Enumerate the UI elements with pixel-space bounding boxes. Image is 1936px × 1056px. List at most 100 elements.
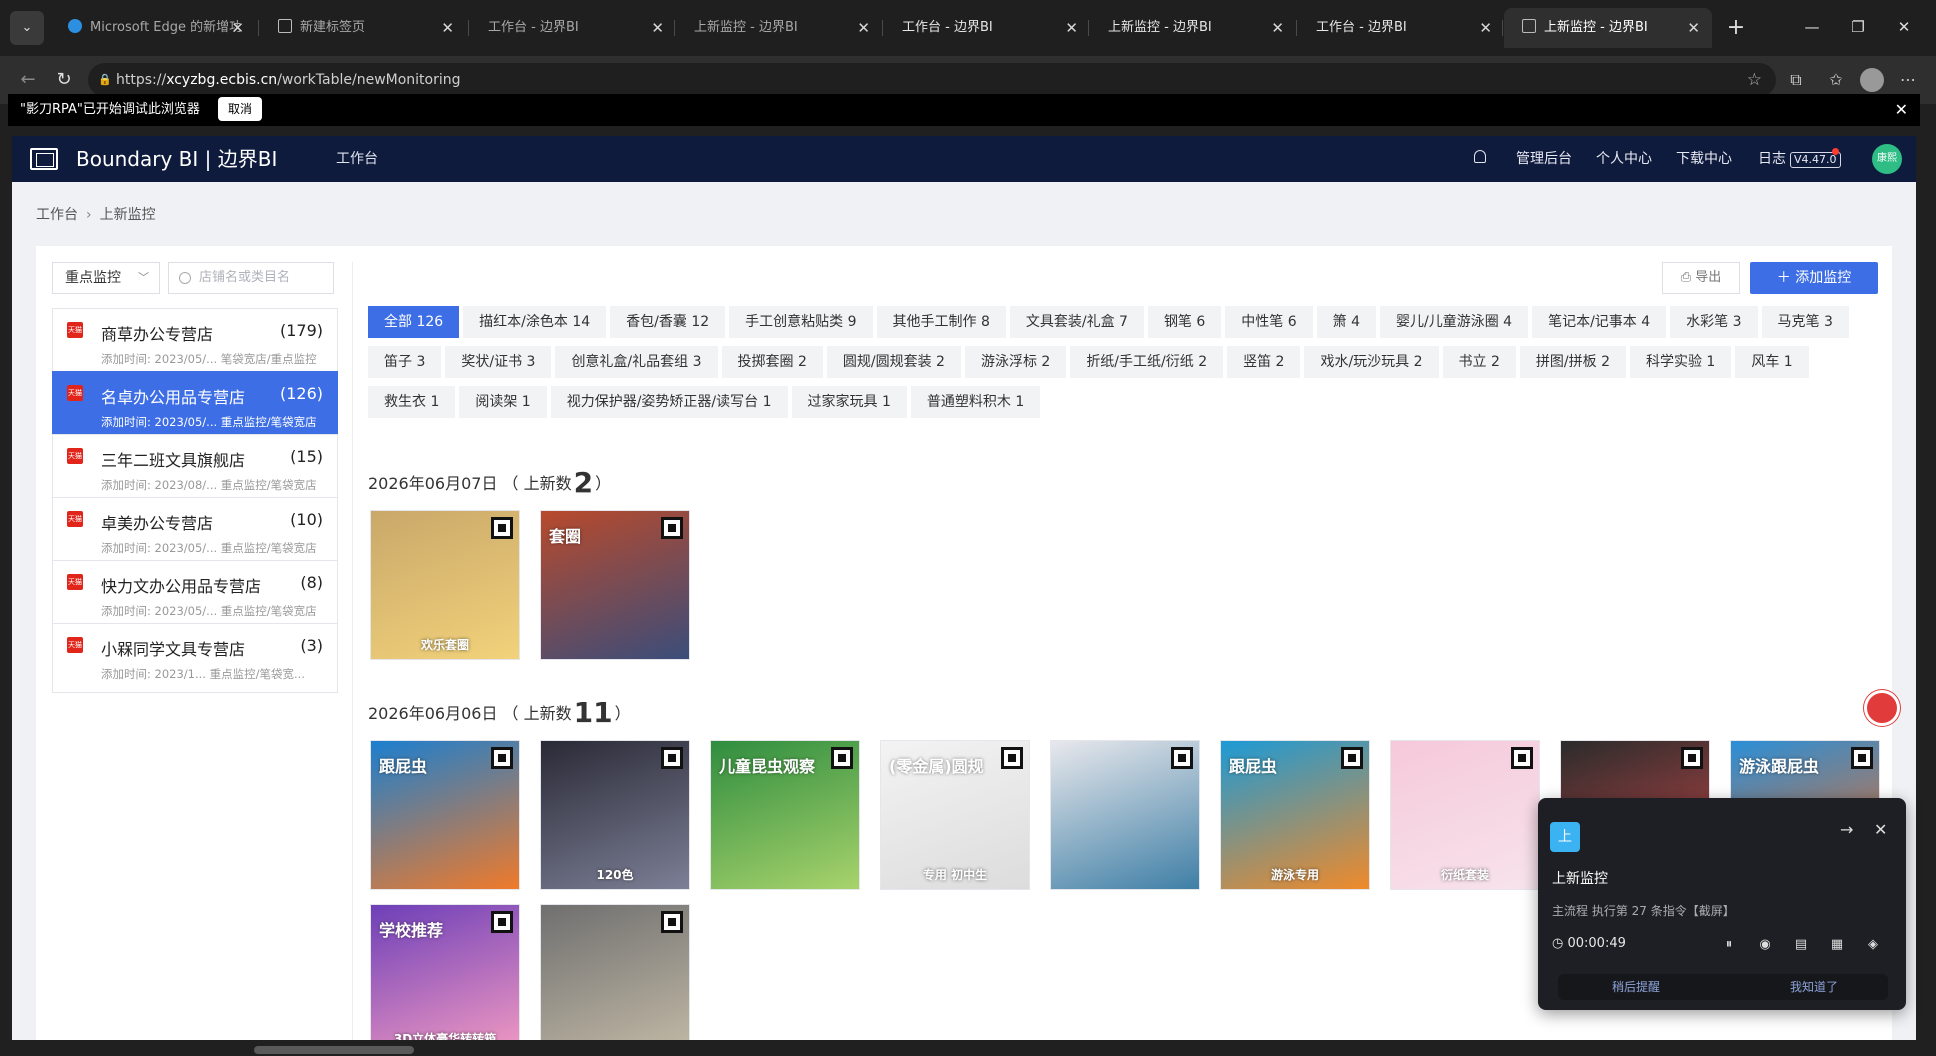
new-tab-button[interactable]: + xyxy=(1720,12,1752,44)
store-item[interactable]: 天猫 小槑同学文具专营店 (3) 添加时间: 2023/1... 重点监控/笔袋宽..… xyxy=(52,623,338,693)
product-thumbnail[interactable]: 儿童昆虫观察 xyxy=(710,740,860,890)
close-tab-icon[interactable]: ✕ xyxy=(441,8,454,48)
category-tag[interactable]: 科学实验 1 xyxy=(1629,346,1732,378)
category-tag[interactable]: 箫 4 xyxy=(1316,306,1377,338)
store-search-input[interactable]: 店铺名或类目名 xyxy=(168,262,334,294)
product-thumbnail[interactable]: 套圈 xyxy=(540,510,690,660)
browser-tab[interactable]: 上新监控 - 边界BI ✕ xyxy=(1504,8,1712,48)
favorite-star-icon[interactable]: ☆ xyxy=(1747,63,1762,97)
nav-download-center[interactable]: 下载中心 xyxy=(1676,136,1732,182)
category-tag[interactable]: 描红本/涂色本 14 xyxy=(463,306,607,338)
user-avatar[interactable]: 康熙 xyxy=(1872,144,1902,174)
browser-tab[interactable]: 新建标签页 ✕ xyxy=(260,8,466,48)
product-thumbnail[interactable]: 学校推荐 3D立体豪华转转箱 xyxy=(370,904,520,1040)
qr-code-icon[interactable] xyxy=(1001,747,1023,769)
category-tag[interactable]: 视力保护器/姿势矫正器/读写台 1 xyxy=(550,386,788,418)
product-thumbnail[interactable]: 衍纸套装 xyxy=(1390,740,1540,890)
category-tag[interactable]: 游泳浮标 2 xyxy=(964,346,1067,378)
category-tag[interactable]: 笛子 3 xyxy=(368,346,442,378)
tab-actions-button[interactable]: ⌄ xyxy=(10,11,44,45)
category-tag[interactable]: 创意礼盒/礼品套组 3 xyxy=(555,346,718,378)
store-item[interactable]: 天猫 名卓办公用品专营店 (126) 添加时间: 2023/05/... 重点监控/笔… xyxy=(52,371,338,441)
refresh-button[interactable]: ↻ xyxy=(48,64,80,96)
browser-tab[interactable]: Microsoft Edge 的新增功能 ✕ xyxy=(50,8,256,48)
nav-log[interactable]: 日志 V4.47.0 xyxy=(1758,136,1841,182)
app-title[interactable]: Boundary BI | 边界BI xyxy=(76,136,277,182)
minimize-button[interactable]: — xyxy=(1790,10,1834,44)
product-thumbnail[interactable]: 跟屁虫 游泳专用 xyxy=(1220,740,1370,890)
store-item[interactable]: 天猫 商草办公专营店 (179) 添加时间: 2023/05/... 笔袋宽店/重点监… xyxy=(52,308,338,378)
record-icon[interactable]: ◉ xyxy=(1754,934,1776,956)
close-tab-icon[interactable]: ✕ xyxy=(1479,8,1492,48)
category-tag[interactable]: 其他手工制作 8 xyxy=(876,306,1006,338)
category-tag[interactable]: 香包/香囊 12 xyxy=(610,306,726,338)
category-tag[interactable]: 奖状/证书 3 xyxy=(445,346,552,378)
close-icon[interactable]: ✕ xyxy=(1895,94,1908,126)
close-icon[interactable]: ✕ xyxy=(1874,820,1887,839)
infobar-cancel-button[interactable]: 取消 xyxy=(218,97,263,121)
close-tab-icon[interactable]: ✕ xyxy=(231,8,244,48)
qr-code-icon[interactable] xyxy=(661,517,683,539)
nav-workbench[interactable]: 工作台 xyxy=(336,136,378,182)
category-tag[interactable]: 婴儿/儿童游泳圈 4 xyxy=(1380,306,1529,338)
monitor-mode-select[interactable]: 重点监控 ﹀ xyxy=(52,262,160,294)
close-tab-icon[interactable]: ✕ xyxy=(1271,8,1284,48)
qr-code-icon[interactable] xyxy=(1171,747,1193,769)
product-thumbnail[interactable]: 欢乐套圈 xyxy=(370,510,520,660)
qr-code-icon[interactable] xyxy=(1681,747,1703,769)
product-thumbnail[interactable] xyxy=(540,904,690,1040)
extensions-icon[interactable]: ⧉ xyxy=(1780,64,1812,96)
log-doc-icon[interactable]: ▤ xyxy=(1790,934,1812,956)
category-tag[interactable]: 文具套装/礼盒 7 xyxy=(1009,306,1144,338)
qr-code-icon[interactable] xyxy=(1851,747,1873,769)
browser-tab[interactable]: 工作台 - 边界BI ✕ xyxy=(884,8,1090,48)
qr-code-icon[interactable] xyxy=(831,747,853,769)
more-menu-icon[interactable]: ⋯ xyxy=(1892,64,1924,96)
export-button[interactable]: ⎙ 导出 xyxy=(1662,262,1740,294)
close-tab-icon[interactable]: ✕ xyxy=(1687,8,1700,48)
category-tag[interactable]: 钢笔 6 xyxy=(1147,306,1222,338)
table-icon[interactable]: ▦ xyxy=(1826,934,1848,956)
breadcrumb-root[interactable]: 工作台 xyxy=(36,207,78,223)
category-tag[interactable]: 圆规/圆规套装 2 xyxy=(826,346,961,378)
store-item[interactable]: 天猫 三年二班文具旗舰店 (15) 添加时间: 2023/08/... 重点监控/笔袋… xyxy=(52,434,338,504)
store-item[interactable]: 天猫 卓美办公专营店 (10) 添加时间: 2023/05/... 重点监控/笔袋宽店 xyxy=(52,497,338,567)
category-tag[interactable]: 笔记本/记事本 4 xyxy=(1532,306,1667,338)
close-tab-icon[interactable]: ✕ xyxy=(651,8,664,48)
arrow-right-icon[interactable]: → xyxy=(1840,820,1853,839)
qr-code-icon[interactable] xyxy=(661,911,683,933)
category-tag[interactable]: 过家家玩具 1 xyxy=(791,386,907,418)
category-tag[interactable]: 普通塑料积木 1 xyxy=(910,386,1041,418)
browser-tab[interactable]: 工作台 - 边界BI ✕ xyxy=(470,8,676,48)
category-tag[interactable]: 马克笔 3 xyxy=(1761,306,1849,338)
close-tab-icon[interactable]: ✕ xyxy=(1065,8,1078,48)
store-item[interactable]: 天猫 快力文办公用品专营店 (8) 添加时间: 2023/05/... 重点监控/笔袋… xyxy=(52,560,338,630)
qr-code-icon[interactable] xyxy=(491,517,513,539)
category-tag[interactable]: 书立 2 xyxy=(1442,346,1516,378)
got-it-button[interactable]: 我知道了 xyxy=(1790,974,1838,1000)
url-input[interactable]: 🔒 https://xcyzbg.ecbis.cn/workTable/newMo… xyxy=(88,63,1776,97)
product-thumbnail[interactable]: (零金属)圆规 专用 初中生 xyxy=(880,740,1030,890)
close-tab-icon[interactable]: ✕ xyxy=(857,8,870,48)
product-thumbnail[interactable] xyxy=(1050,740,1200,890)
browser-tab[interactable]: 上新监控 - 边界BI ✕ xyxy=(1090,8,1296,48)
qr-code-icon[interactable] xyxy=(491,747,513,769)
nav-admin[interactable]: 管理后台 xyxy=(1516,136,1572,182)
add-monitor-button[interactable]: ＋ 添加监控 xyxy=(1750,262,1878,294)
product-thumbnail[interactable]: 120色 xyxy=(540,740,690,890)
profile-avatar[interactable] xyxy=(1860,68,1884,92)
nav-personal-center[interactable]: 个人中心 xyxy=(1596,136,1652,182)
category-tag[interactable]: 阅读架 1 xyxy=(459,386,547,418)
category-tag[interactable]: 救生衣 1 xyxy=(368,386,456,418)
browser-tab[interactable]: 工作台 - 边界BI ✕ xyxy=(1298,8,1504,48)
pause-icon[interactable]: ⏸ xyxy=(1718,934,1740,956)
category-tag[interactable]: 风车 1 xyxy=(1735,346,1809,378)
qr-code-icon[interactable] xyxy=(491,911,513,933)
category-tag[interactable]: 手工创意粘贴类 9 xyxy=(729,306,873,338)
horizontal-scrollbar[interactable] xyxy=(254,1046,414,1054)
category-tag[interactable]: 折纸/手工纸/衍纸 2 xyxy=(1070,346,1224,378)
bell-icon[interactable] xyxy=(1474,150,1486,163)
remind-later-button[interactable]: 稍后提醒 xyxy=(1612,974,1660,1000)
close-window-button[interactable]: ✕ xyxy=(1882,10,1926,44)
category-tag[interactable]: 竖笛 2 xyxy=(1227,346,1301,378)
